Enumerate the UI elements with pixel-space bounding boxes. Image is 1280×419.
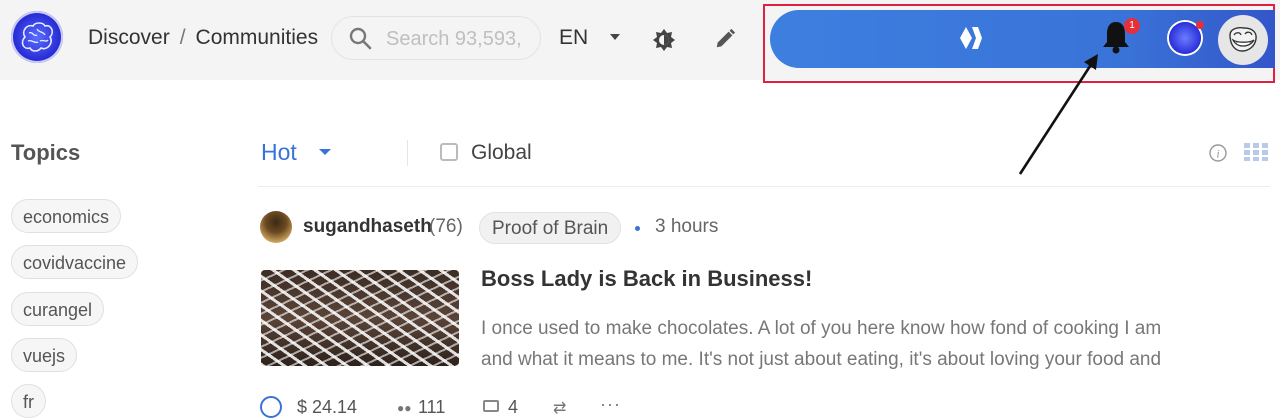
post-time[interactable]: 3 hours xyxy=(655,216,718,238)
global-label[interactable]: Global xyxy=(471,141,532,165)
info-icon[interactable]: i xyxy=(1209,144,1227,162)
post-excerpt-line: I once used to make chocolates. A lot of… xyxy=(481,318,1162,339)
votes-icon: ●● xyxy=(397,401,412,415)
breadcrumb-discover[interactable]: Discover xyxy=(88,26,170,50)
divider xyxy=(407,140,408,166)
pencil-icon[interactable] xyxy=(714,28,736,50)
breadcrumb-separator: / xyxy=(179,26,186,49)
feed-divider xyxy=(258,186,1270,187)
notification-badge: 1 xyxy=(1124,18,1140,34)
brain-icon xyxy=(21,22,53,52)
site-logo[interactable] xyxy=(11,11,63,63)
breadcrumb: Discover / Communities xyxy=(88,26,318,50)
comment-count[interactable]: 4 xyxy=(508,397,518,418)
hive-icon[interactable] xyxy=(958,27,982,49)
author-reputation: (76) xyxy=(429,216,463,237)
chevron-down-icon[interactable] xyxy=(610,34,620,40)
annotation-arrow xyxy=(1018,54,1098,175)
theme-toggle-icon[interactable] xyxy=(652,28,676,52)
post-author-avatar[interactable] xyxy=(260,211,292,243)
post-thumbnail[interactable] xyxy=(261,270,459,366)
search-input[interactable] xyxy=(384,26,538,52)
topic-tag[interactable]: vuejs xyxy=(11,338,78,372)
search-box[interactable] xyxy=(331,16,541,60)
status-dot xyxy=(1196,21,1204,29)
topic-tag[interactable]: covidvaccine xyxy=(11,245,139,279)
topics-heading: Topics xyxy=(11,140,81,165)
comments-icon xyxy=(483,400,499,412)
upvote-icon[interactable] xyxy=(260,396,282,418)
topic-tag[interactable]: curangel xyxy=(11,292,105,326)
grid-view-icon[interactable] xyxy=(1244,143,1268,161)
search-icon xyxy=(349,27,372,50)
user-avatar[interactable] xyxy=(1218,15,1268,65)
breadcrumb-communities[interactable]: Communities xyxy=(196,26,319,50)
language-selector[interactable]: EN xyxy=(559,26,588,50)
vote-count[interactable]: 111 xyxy=(418,397,445,418)
post-payout[interactable]: $ 24.14 xyxy=(297,397,357,418)
troll-face-icon xyxy=(1229,27,1257,52)
post-excerpt-line: and what it means to me. It's not just a… xyxy=(481,349,1162,370)
reblog-icon[interactable]: ⇄ xyxy=(553,398,566,418)
sort-chevron-icon[interactable] xyxy=(319,149,331,155)
community-badge[interactable]: Proof of Brain xyxy=(479,212,622,244)
topic-tag[interactable]: economics xyxy=(11,199,122,233)
post-title[interactable]: Boss Lady is Back in Business! xyxy=(481,266,812,292)
more-options-icon[interactable]: ··· xyxy=(600,394,621,415)
svg-text:i: i xyxy=(1216,147,1219,161)
global-checkbox[interactable] xyxy=(440,143,458,161)
topic-tag[interactable]: fr xyxy=(11,384,46,418)
post-excerpt[interactable]: I once used to make chocolates. A lot of… xyxy=(481,313,1261,375)
separator-dot xyxy=(635,226,640,231)
post-author[interactable]: sugandhaseth xyxy=(303,216,432,238)
sort-dropdown[interactable]: Hot xyxy=(261,139,297,166)
